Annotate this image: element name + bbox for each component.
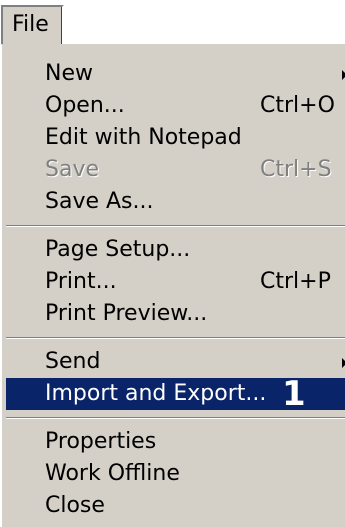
menu-item-import-and-export[interactable]: Import and Export... 1	[6, 374, 345, 414]
menu-bar: File	[0, 0, 345, 44]
menu-item-label: Send	[45, 349, 101, 374]
menu-item-properties[interactable]: Properties	[6, 426, 345, 458]
file-menu-tab[interactable]: File	[1, 5, 64, 44]
menu-item-shortcut: Ctrl+O	[260, 93, 335, 118]
menu-item-page-setup[interactable]: Page Setup...	[6, 234, 345, 266]
file-dropdown-menu: New Open... Ctrl+O Edit with Notepad Sav…	[0, 44, 345, 527]
menu-item-label: Print Preview...	[45, 301, 208, 326]
menu-item-work-offline[interactable]: Work Offline	[6, 458, 345, 490]
menu-item-label: Import and Export...	[45, 381, 267, 406]
menu-item-close[interactable]: Close	[6, 490, 345, 522]
menu-item-new[interactable]: New	[6, 58, 345, 90]
menu-item-label: Page Setup...	[45, 237, 191, 262]
menu-item-save: Save Ctrl+S	[6, 154, 345, 186]
menu-item-save-as[interactable]: Save As...	[6, 186, 345, 218]
menu-item-print-preview[interactable]: Print Preview...	[6, 298, 345, 330]
menu-item-label: Close	[45, 493, 105, 518]
menu-item-shortcut: Ctrl+S	[260, 157, 332, 182]
menu-item-label: Print...	[45, 269, 117, 294]
menu-item-label: Open...	[45, 93, 125, 118]
menu-item-open[interactable]: Open... Ctrl+O	[6, 90, 345, 122]
menu-item-shortcut: Ctrl+P	[260, 269, 331, 294]
menu-separator	[6, 337, 345, 339]
menu-item-label: Save As...	[45, 189, 154, 214]
step-number-badge: 1	[282, 374, 306, 414]
menu-separator	[6, 417, 345, 419]
file-menu-label: File	[12, 12, 49, 37]
menu-item-label: Save	[45, 157, 100, 182]
menu-item-label: Work Offline	[45, 461, 180, 486]
menu-item-label: Edit with Notepad	[45, 125, 242, 150]
menu-item-label: New	[45, 61, 93, 86]
menu-item-label: Properties	[45, 429, 157, 454]
menu-item-print[interactable]: Print... Ctrl+P	[6, 266, 345, 298]
menu-item-edit-with-notepad[interactable]: Edit with Notepad	[6, 122, 345, 154]
menu-separator	[6, 225, 345, 227]
